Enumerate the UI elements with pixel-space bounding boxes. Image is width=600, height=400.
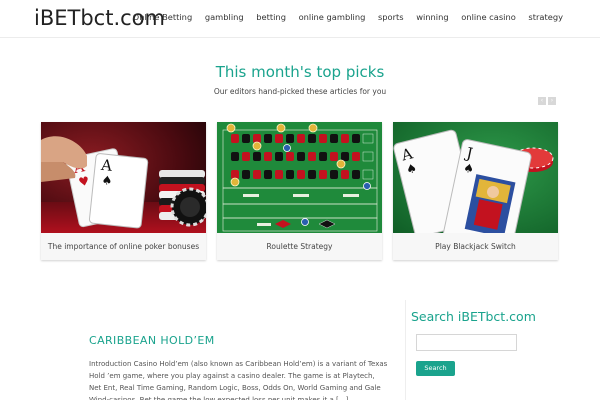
pick-card-caption[interactable]: Play Blackjack Switch [393, 233, 558, 260]
top-picks-subtitle: Our editors hand-picked these articles f… [213, 87, 387, 96]
svg-text:A: A [99, 156, 113, 175]
top-picks-carousel: A ♥ A ♠ The importance of online poker b… [41, 122, 558, 262]
pick-card[interactable]: Roulette Strategy [217, 122, 382, 260]
search-input[interactable] [416, 334, 517, 351]
roulette-table-image[interactable] [217, 122, 382, 233]
post-excerpt: Introduction Casino Hold’em (also known … [89, 360, 388, 400]
sidebar-divider [405, 300, 406, 400]
pick-card-caption[interactable]: Roulette Strategy [217, 233, 382, 260]
nav-item-strategy[interactable]: strategy [528, 12, 563, 22]
svg-text:♠: ♠ [101, 173, 113, 188]
site-header: iBETbct.com Online Betting gambling bett… [0, 0, 600, 38]
pick-card[interactable]: A ♠ J ♠ Play Blackjack Switch [393, 122, 558, 260]
carousel-controls: ‹ › [538, 97, 556, 105]
nav-item-online-casino[interactable]: online casino [461, 12, 516, 22]
pick-card[interactable]: A ♥ A ♠ The importance of online poker b… [41, 122, 206, 260]
search-widget-title: Search iBETbct.com [411, 309, 536, 324]
pick-card-caption[interactable]: The importance of online poker bonuses [41, 233, 206, 260]
nav-item-betting[interactable]: betting [256, 12, 286, 22]
nav-item-gambling[interactable]: gambling [205, 12, 244, 22]
chevron-left-icon[interactable]: ‹ [538, 97, 546, 105]
main-nav: Online Betting gambling betting online g… [120, 12, 563, 22]
search-button[interactable]: Search [416, 361, 455, 376]
top-picks-title: This month's top picks [215, 63, 385, 81]
nav-item-winning[interactable]: winning [416, 12, 448, 22]
chevron-right-icon[interactable]: › [548, 97, 556, 105]
post-title[interactable]: CARIBBEAN HOLD’EM [89, 334, 215, 347]
nav-item-online-betting[interactable]: Online Betting [133, 12, 193, 22]
poker-hand-image[interactable]: A ♥ A ♠ [41, 122, 206, 233]
nav-item-online-gambling[interactable]: online gambling [299, 12, 366, 22]
nav-item-sports[interactable]: sports [378, 12, 404, 22]
blackjack-cards-image[interactable]: A ♠ J ♠ [393, 122, 558, 233]
